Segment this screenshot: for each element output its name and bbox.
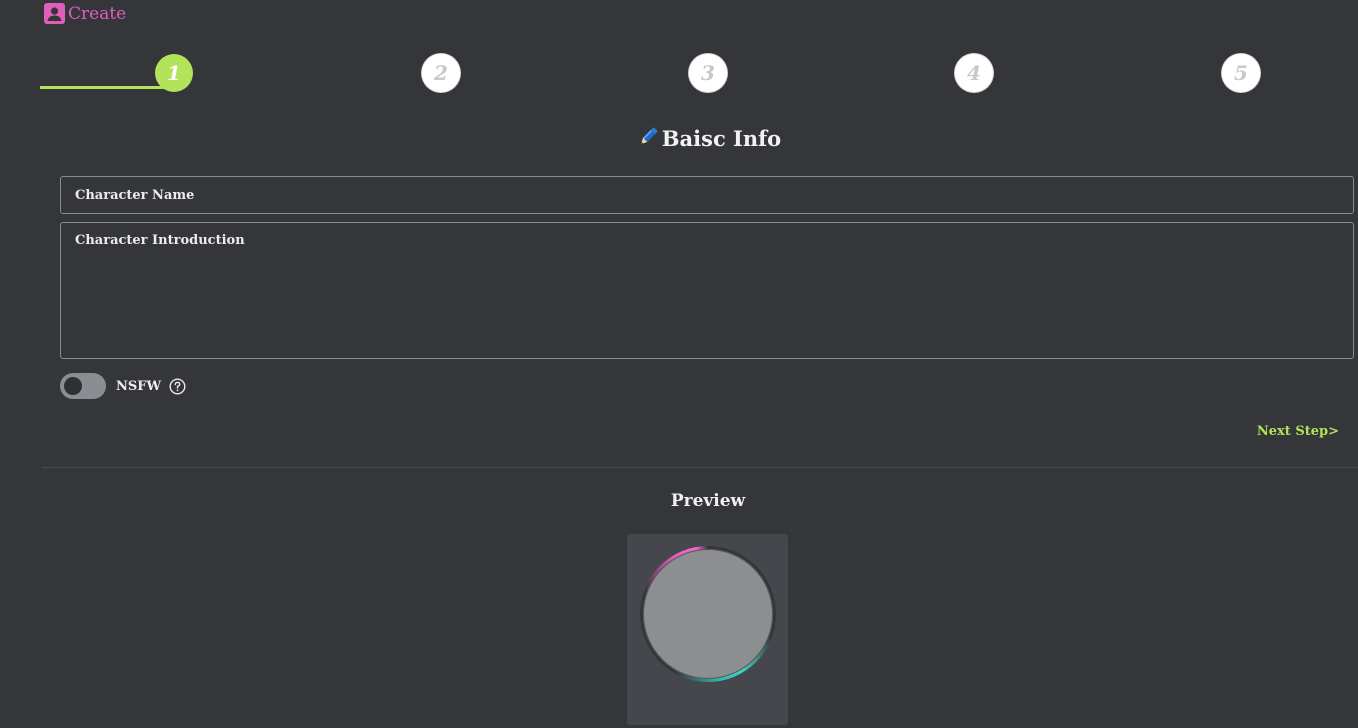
step-1[interactable]: 1	[155, 54, 193, 92]
question-circle-icon[interactable]	[169, 377, 186, 395]
nsfw-row: NSFW	[60, 373, 186, 399]
page-header: Create	[44, 3, 126, 24]
divider	[42, 467, 1358, 468]
page-title: Create	[68, 3, 127, 24]
avatar	[643, 549, 773, 679]
pencil-icon	[640, 127, 658, 145]
toggle-knob	[64, 377, 82, 395]
section-title: Baisc Info	[661, 126, 782, 151]
create-page: Create 1 2 3 4 5 Baisc Info NSFW	[0, 0, 1358, 728]
character-introduction-input[interactable]	[60, 222, 1354, 359]
avatar-ring	[640, 546, 776, 682]
step-5[interactable]: 5	[1222, 54, 1260, 92]
step-3[interactable]: 3	[689, 54, 727, 92]
stepper-progress-bar	[40, 86, 168, 89]
user-card-icon	[44, 3, 65, 24]
character-name-input[interactable]	[60, 176, 1354, 214]
nsfw-label: NSFW	[116, 378, 162, 394]
step-2[interactable]: 2	[422, 54, 460, 92]
step-4[interactable]: 4	[955, 54, 993, 92]
section-heading: Baisc Info	[0, 126, 1358, 151]
preview-title: Preview	[670, 491, 746, 511]
preview-card	[627, 534, 788, 725]
stepper: 1 2 3 4 5	[40, 54, 1358, 94]
next-step-button[interactable]: Next Step>	[1257, 424, 1339, 439]
nsfw-toggle[interactable]	[60, 373, 106, 399]
